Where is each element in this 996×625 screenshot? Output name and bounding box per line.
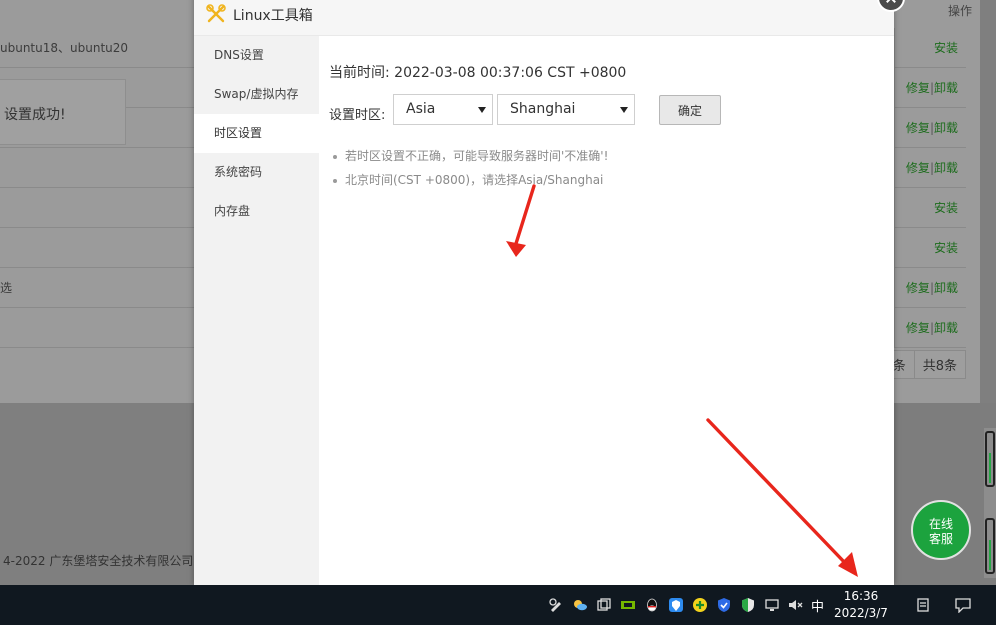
footer-copyright: 4-2022 广东堡塔安全技术有限公司 xyxy=(3,554,194,568)
table-cell-actions: 安装 xyxy=(894,28,966,68)
chevron-down-icon xyxy=(620,107,628,113)
table-action-link[interactable]: 修复 xyxy=(906,281,930,295)
table-header-op: 操作 xyxy=(947,4,972,18)
current-time: 当前时间: 2022-03-08 00:37:06 CST +0800 xyxy=(329,65,627,81)
clock-date: 2022/3/7 xyxy=(834,606,888,620)
notes-icon[interactable] xyxy=(915,597,931,613)
dialog-title: Linux工具箱 xyxy=(233,8,313,24)
table-action-link[interactable]: 安装 xyxy=(934,241,958,255)
network-icon[interactable] xyxy=(764,597,780,613)
table-action-link[interactable]: 修复 xyxy=(906,81,930,95)
table-cell-actions: 安装 xyxy=(894,228,966,268)
online-service-button[interactable]: 在线 客服 xyxy=(911,500,971,560)
pen-icon[interactable] xyxy=(548,597,564,613)
table-action-link[interactable]: 卸载 xyxy=(934,121,958,135)
pager-total: 共8条 xyxy=(913,351,965,378)
table-action-link[interactable]: 安装 xyxy=(934,201,958,215)
dialog-titlebar[interactable]: Linux工具箱 xyxy=(194,0,894,36)
table-cell: ubuntu18、ubuntu20 xyxy=(0,41,129,55)
region-select[interactable]: Asia xyxy=(393,94,493,125)
online-service-line1: 在线 xyxy=(928,517,953,531)
toast-text: 设置成功! xyxy=(4,107,66,123)
table-cell: 选 xyxy=(0,281,13,295)
linux-toolbox-dialog: Linux工具箱 DNS设置 Swap/虚拟内存 时区设置 系统密码 内存盘 当… xyxy=(194,0,905,585)
chevron-down-icon xyxy=(478,107,486,113)
success-toast: 设置成功! xyxy=(0,79,126,145)
qq-icon[interactable] xyxy=(644,597,660,613)
table-cell-actions: 修复|卸载 xyxy=(894,148,966,188)
shield-check-icon[interactable] xyxy=(740,597,756,613)
pagination: 条 共8条 xyxy=(883,350,966,379)
task-view-icon[interactable] xyxy=(596,597,612,613)
table-cell-actions: 修复|卸载 xyxy=(894,268,966,308)
timezone-panel: 当前时间: 2022-03-08 00:37:06 CST +0800 设置时区… xyxy=(319,36,894,585)
volume-indicator xyxy=(985,518,995,574)
nav-item-dns[interactable]: DNS设置 xyxy=(194,36,319,75)
defender-icon[interactable] xyxy=(716,597,732,613)
table-cell-actions: 安装 xyxy=(894,188,966,228)
notification-icon[interactable] xyxy=(955,597,971,613)
confirm-button[interactable]: 确定 xyxy=(659,95,721,125)
nav-item-ramdisk[interactable]: 内存盘 xyxy=(194,192,319,231)
taskbar-clock[interactable]: 16:36 2022/3/7 xyxy=(834,588,888,622)
tip-item: 若时区设置不正确，可能导致服务器时间'不准确'! xyxy=(331,144,608,168)
dialog-side-nav: DNS设置 Swap/虚拟内存 时区设置 系统密码 内存盘 xyxy=(194,36,319,585)
nav-item-swap[interactable]: Swap/虚拟内存 xyxy=(194,75,319,114)
table-action-link[interactable]: 修复 xyxy=(906,161,930,175)
volume-indicator xyxy=(985,431,995,487)
table-cell-actions: 修复|卸载 xyxy=(894,108,966,148)
table-action-link[interactable]: 卸载 xyxy=(934,281,958,295)
mute-icon[interactable] xyxy=(787,597,803,613)
tools-icon xyxy=(206,4,226,23)
table-action-link[interactable]: 修复 xyxy=(906,321,930,335)
tips-list: 若时区设置不正确，可能导致服务器时间'不准确'! 北京时间(CST +0800)… xyxy=(331,144,608,192)
table-action-link[interactable]: 修复 xyxy=(906,121,930,135)
ime-indicator[interactable]: 中 xyxy=(811,596,824,615)
clock-time: 16:36 xyxy=(843,589,879,603)
security-shield-icon[interactable] xyxy=(668,597,684,613)
nav-item-system-password[interactable]: 系统密码 xyxy=(194,153,319,192)
weather-icon[interactable] xyxy=(572,597,588,613)
table-cell-actions: 修复|卸载 xyxy=(894,308,966,348)
table-cell-actions: 修复|卸载 xyxy=(894,68,966,108)
table-action-link[interactable]: 卸载 xyxy=(934,321,958,335)
add-icon[interactable] xyxy=(692,597,708,613)
table-action-link[interactable]: 卸载 xyxy=(934,81,958,95)
table-action-link[interactable]: 卸载 xyxy=(934,161,958,175)
nvidia-icon[interactable] xyxy=(620,597,636,613)
city-select-value: Shanghai xyxy=(510,101,576,117)
nav-item-timezone[interactable]: 时区设置 xyxy=(194,114,319,153)
table-action-link[interactable]: 安装 xyxy=(934,41,958,55)
online-service-line2: 客服 xyxy=(928,532,953,546)
tip-item: 北京时间(CST +0800)，请选择Asia/Shanghai xyxy=(331,168,608,192)
region-select-value: Asia xyxy=(406,101,436,117)
timezone-label: 设置时区: xyxy=(329,108,386,123)
city-select[interactable]: Shanghai xyxy=(497,94,635,125)
